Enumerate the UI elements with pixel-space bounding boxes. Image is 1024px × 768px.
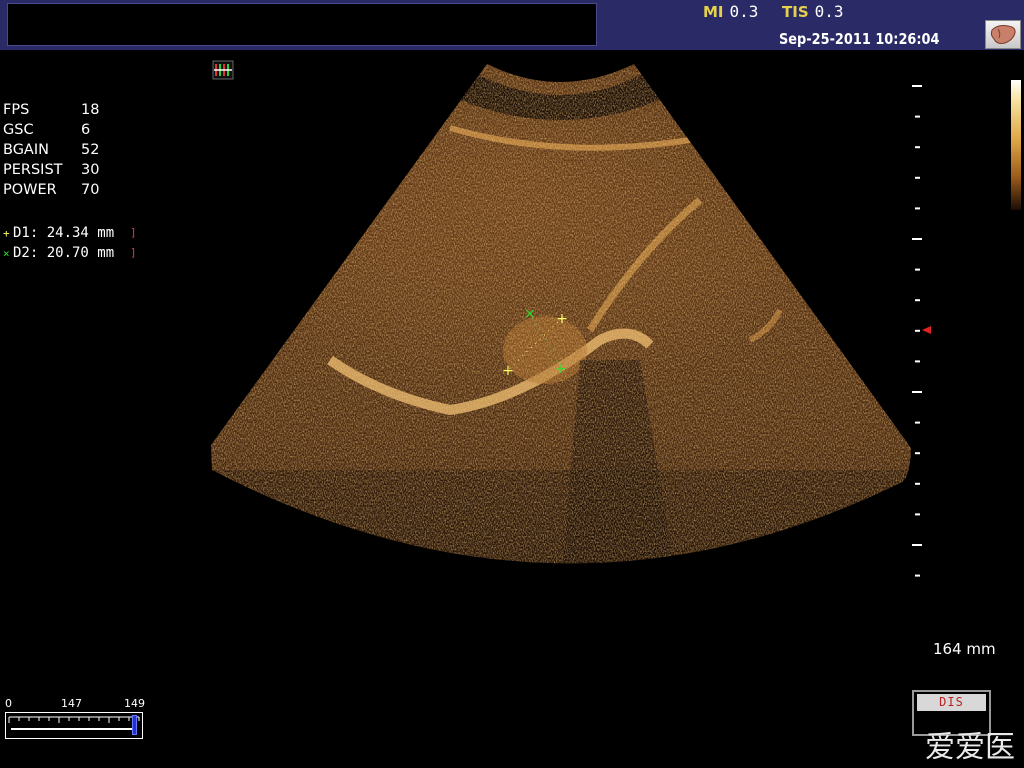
- bracket-icon: ]: [130, 246, 137, 259]
- depth-label: 164 mm: [933, 640, 996, 658]
- depth-tick: [912, 85, 922, 87]
- cine-start-label: 0: [5, 697, 12, 710]
- cine-current-label: 147: [61, 697, 82, 710]
- caliper-d1-start-marker: +: [556, 311, 568, 327]
- depth-tick: [912, 391, 922, 393]
- depth-tick: [915, 452, 920, 455]
- depth-tick: [915, 360, 920, 363]
- depth-tick: [915, 207, 920, 210]
- cine-slider-thumb[interactable]: [132, 715, 138, 735]
- depth-tick: [912, 238, 922, 240]
- grayscale-bar: [1011, 80, 1021, 210]
- cine-scrollbar[interactable]: [5, 712, 143, 739]
- bracket-icon: ]: [130, 226, 137, 239]
- depth-tick: [915, 268, 920, 271]
- depth-tick: [915, 146, 920, 149]
- param-row-persist: PERSIST 30: [3, 162, 100, 178]
- param-row-bgain: BGAIN 52: [3, 142, 100, 158]
- focus-marker-icon[interactable]: [922, 326, 931, 334]
- ultrasound-image: + + × +: [211, 64, 931, 577]
- depth-tick: [915, 115, 920, 118]
- depth-tick: [912, 544, 922, 546]
- depth-tick: [915, 482, 920, 485]
- measurement-d2: × D2: 20.70 mm]: [3, 243, 137, 263]
- depth-tick: [915, 176, 920, 179]
- caliper-cross-icon: ×: [3, 247, 10, 260]
- param-row-power: POWER 70: [3, 182, 100, 198]
- depth-scale: [912, 85, 922, 577]
- caliper-d2-end-marker: +: [555, 361, 567, 377]
- depth-tick: [915, 421, 920, 424]
- measurement-d1: + D1: 24.34 mm]: [3, 223, 137, 243]
- param-row-fps: FPS 18: [3, 102, 100, 118]
- depth-tick: [915, 574, 920, 577]
- watermark: 爱爱医: [925, 730, 1015, 765]
- caliper-d2-start-marker: ×: [524, 306, 536, 322]
- caliper-plus-icon: +: [3, 227, 10, 240]
- caliper-d1-end-marker: +: [502, 363, 514, 379]
- depth-tick: [915, 299, 920, 302]
- depth-tick: [915, 513, 920, 516]
- param-row-gsc: GSC 6: [3, 122, 91, 138]
- measurement-results: + D1: 24.34 mm] × D2: 20.70 mm]: [3, 223, 137, 263]
- parameter-list: FPS 18 GSC 6 BGAIN 52 PERSIST 30 POWER 70: [3, 100, 100, 200]
- cine-end-label: 149: [124, 697, 145, 710]
- dis-button-label: DIS: [917, 694, 986, 711]
- depth-tick: [915, 329, 920, 332]
